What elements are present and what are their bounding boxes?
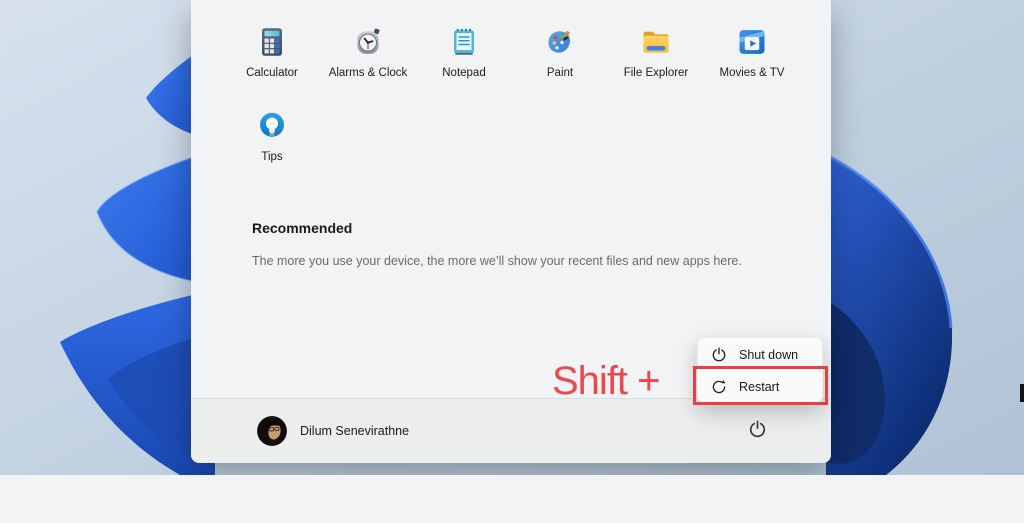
app-label: Notepad bbox=[442, 67, 486, 79]
avatar-image bbox=[257, 416, 287, 446]
app-tile-alarms-clock[interactable]: Alarms & Clock bbox=[320, 22, 416, 106]
app-tile-paint[interactable]: Paint bbox=[512, 22, 608, 106]
app-tile-notepad[interactable]: Notepad bbox=[416, 22, 512, 106]
recommended-empty-message: The more you use your device, the more w… bbox=[252, 254, 742, 268]
app-label: Alarms & Clock bbox=[328, 67, 408, 79]
app-label: Tips bbox=[261, 151, 283, 163]
app-label: File Explorer bbox=[623, 67, 689, 79]
power-icon bbox=[712, 347, 726, 362]
recommended-section-title: Recommended bbox=[252, 220, 353, 236]
user-name: Dilum Senevirathne bbox=[300, 424, 410, 438]
restart-highlight-box bbox=[693, 366, 828, 405]
tips-icon bbox=[260, 112, 284, 137]
app-tile-calculator[interactable]: Calculator bbox=[224, 22, 320, 106]
app-tile-tips[interactable]: Tips bbox=[224, 106, 320, 190]
alarms-clock-icon bbox=[357, 28, 380, 54]
file-explorer-app-icon bbox=[643, 31, 669, 53]
app-tile-movies-tv[interactable]: Movies & TV bbox=[704, 22, 800, 106]
taskbar: 10:24 PM 9/15/2021 2 bbox=[0, 475, 1024, 523]
user-avatar bbox=[257, 416, 287, 446]
notepad-icon bbox=[454, 28, 474, 55]
app-label: Paint bbox=[546, 67, 574, 79]
app-label: Calculator bbox=[246, 67, 298, 79]
power-icon bbox=[749, 420, 765, 437]
shut-down-label: Shut down bbox=[739, 348, 799, 362]
calculator-icon bbox=[262, 28, 282, 56]
app-label: Movies & TV bbox=[719, 67, 785, 79]
app-tile-file-explorer[interactable]: File Explorer bbox=[608, 22, 704, 106]
movies-tv-icon bbox=[739, 30, 765, 54]
user-account-button[interactable]: Dilum Senevirathne bbox=[245, 407, 421, 455]
paint-icon bbox=[548, 31, 571, 53]
start-menu-user-bar: Dilum Senevirathne bbox=[191, 398, 831, 463]
power-button[interactable] bbox=[739, 411, 775, 447]
cursor-artifact bbox=[1020, 384, 1024, 402]
desktop-screen: Calculator Alarms & Clock Notepad Paint … bbox=[0, 0, 1024, 523]
shift-annotation-text: Shift + bbox=[552, 359, 661, 403]
